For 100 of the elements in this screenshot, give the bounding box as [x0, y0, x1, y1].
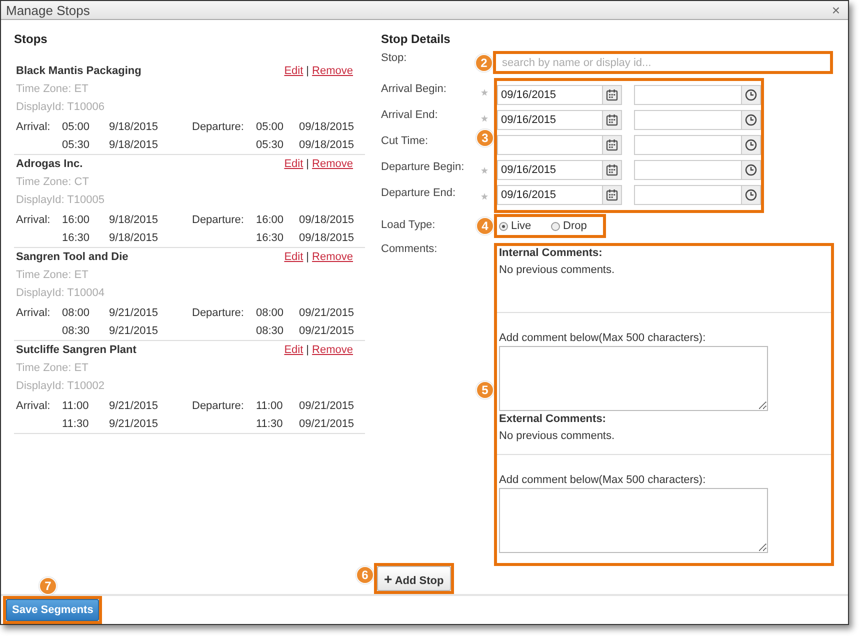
time-field[interactable] [634, 110, 742, 130]
radio-option[interactable]: Drop [551, 220, 603, 232]
arrival-time: 05:30 [62, 139, 90, 151]
departure-date: 09/21/2015 [299, 418, 354, 430]
display-id: DisplayId: T10004 [16, 286, 106, 301]
time-field[interactable] [634, 160, 742, 180]
arrival-label: Arrival: [16, 307, 50, 319]
arrival-label: Arrival: [16, 121, 50, 133]
departure-time: 16:00 [256, 214, 284, 226]
edit-link[interactable]: Edit [284, 158, 304, 170]
clock-button[interactable] [742, 160, 761, 180]
clock-icon [745, 89, 757, 101]
field-label: Cut Time: [381, 135, 428, 147]
calendar-icon [606, 164, 618, 176]
clock-button[interactable] [742, 110, 761, 130]
arrival-date: 9/21/2015 [109, 307, 158, 319]
date-field[interactable]: 09/16/2015 [497, 160, 603, 180]
departure-label: Departure: [192, 400, 244, 412]
calendar-button[interactable] [603, 160, 622, 180]
comment-field[interactable] [499, 488, 768, 553]
arrival-time: 16:00 [62, 214, 90, 226]
comment-field[interactable] [499, 346, 768, 411]
clock-button[interactable] [742, 85, 761, 105]
stop-name: Adrogas Inc. [16, 157, 83, 172]
date-value: 09/16/2015 [501, 89, 556, 101]
date-field[interactable] [497, 135, 603, 155]
add-stop-button[interactable]: + Add Stop [377, 566, 451, 591]
link-separator: | [306, 65, 310, 77]
radio-button[interactable] [551, 222, 560, 230]
display-id: DisplayId: T10005 [16, 193, 106, 208]
departure-time: 08:30 [256, 325, 284, 337]
calendar-button[interactable] [603, 85, 622, 105]
arrival-date: 9/21/2015 [109, 400, 158, 412]
required-icon [481, 115, 488, 122]
arrival-date: 9/18/2015 [109, 121, 158, 133]
required-icon [481, 89, 488, 96]
calendar-button[interactable] [603, 110, 622, 130]
callout-number: 2 [475, 54, 493, 72]
arrival-time: 16:30 [62, 232, 90, 244]
date-field[interactable]: 09/16/2015 [497, 185, 603, 205]
close-button[interactable]: × [832, 3, 840, 17]
radio-button[interactable] [499, 222, 508, 230]
comments-text: No previous comments. [499, 264, 616, 278]
time-field[interactable] [634, 135, 742, 155]
calendar-icon [606, 114, 618, 126]
calendar-icon [606, 189, 618, 201]
departure-time: 11:00 [256, 400, 283, 412]
arrival-date: 9/21/2015 [109, 325, 158, 337]
comments-title: External Comments: [499, 413, 607, 427]
departure-date: 09/18/2015 [299, 214, 354, 226]
display-id: DisplayId: T10002 [16, 379, 106, 394]
callout-number: 6 [356, 566, 374, 584]
callout-number: 4 [476, 217, 494, 235]
radio-option[interactable]: Live [499, 220, 551, 232]
arrival-date: 9/18/2015 [109, 232, 158, 244]
departure-time: 11:30 [256, 418, 283, 430]
time-field[interactable] [634, 85, 742, 105]
remove-link[interactable]: Remove [312, 158, 353, 170]
date-value: 09/16/2015 [501, 164, 556, 176]
departure-date: 09/21/2015 [299, 307, 354, 319]
departure-date: 09/18/2015 [299, 121, 354, 133]
comments-title: Internal Comments: [499, 247, 604, 261]
edit-link[interactable]: Edit [284, 251, 304, 263]
arrival-time: 11:30 [62, 418, 89, 430]
calendar-icon [606, 139, 618, 151]
departure-label: Departure: [192, 307, 244, 319]
arrival-time: 08:30 [62, 325, 90, 337]
edit-link[interactable]: Edit [284, 344, 304, 356]
departure-label: Departure: [192, 121, 244, 133]
departure-date: 09/18/2015 [299, 139, 354, 151]
clock-icon [745, 114, 757, 126]
required-icon [481, 167, 488, 174]
remove-link[interactable]: Remove [312, 344, 353, 356]
calendar-icon [606, 89, 618, 101]
time-zone: Time Zone: ET [16, 268, 90, 283]
date-value: 09/16/2015 [501, 114, 556, 126]
arrival-date: 9/21/2015 [109, 418, 158, 430]
remove-link[interactable]: Remove [312, 251, 353, 263]
add-comment-label: Add comment below(Max 500 characters): [499, 474, 707, 488]
date-field[interactable]: 09/16/2015 [497, 110, 603, 130]
clock-button[interactable] [742, 185, 761, 205]
departure-time: 08:00 [256, 307, 284, 319]
required-icon [481, 193, 488, 200]
clock-icon [745, 189, 757, 201]
field-label: Arrival Begin: [381, 83, 446, 95]
clock-button[interactable] [742, 135, 761, 155]
time-field[interactable] [634, 185, 742, 205]
section-title: Stop Details [381, 32, 452, 46]
time-zone: Time Zone: ET [16, 361, 90, 376]
callout-number: 7 [39, 577, 57, 595]
date-field[interactable]: 09/16/2015 [497, 85, 603, 105]
edit-link[interactable]: Edit [284, 65, 304, 77]
save-segments-button[interactable]: Save Segments [6, 599, 100, 621]
clock-icon [745, 164, 757, 176]
remove-link[interactable]: Remove [312, 65, 353, 77]
departure-time: 05:30 [256, 139, 284, 151]
calendar-button[interactable] [603, 185, 622, 205]
calendar-button[interactable] [603, 135, 622, 155]
field-label: Load Type: [381, 219, 436, 231]
arrival-label: Arrival: [16, 214, 50, 226]
